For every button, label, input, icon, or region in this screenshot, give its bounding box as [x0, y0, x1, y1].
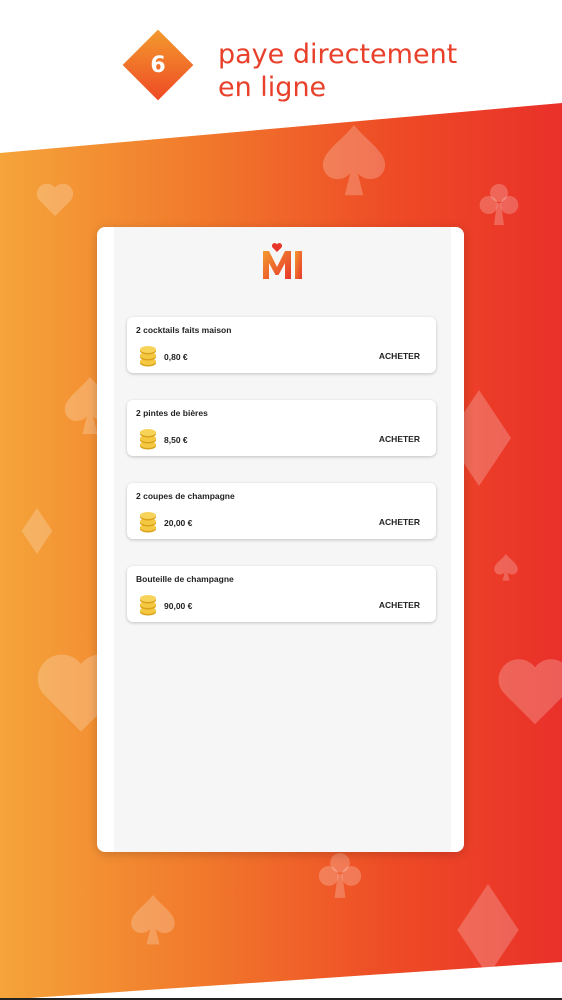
offer-price: 8,50 €	[164, 435, 188, 445]
heart-icon	[498, 659, 562, 725]
buy-button[interactable]: ACHETER	[373, 347, 426, 365]
headline-line-1: paye directement	[218, 39, 458, 70]
buy-button[interactable]: ACHETER	[373, 596, 426, 614]
club-icon	[318, 853, 362, 898]
offer-price: 90,00 €	[164, 601, 193, 611]
diamond-icon	[457, 884, 519, 976]
coin-stack-icon	[140, 512, 156, 533]
diamond-icon	[21, 508, 53, 554]
coin-stack-icon	[140, 595, 156, 616]
offer-title: 2 coupes de champagne	[136, 491, 235, 501]
headline-line-2: en ligne	[218, 72, 327, 103]
offer-card[interactable]: 2 coupes de champagne 20,00 € ACHETER	[127, 483, 436, 539]
offer-title: 2 cocktails faits maison	[136, 325, 232, 335]
coin-stack-icon	[140, 429, 156, 450]
step-number: 6	[150, 52, 166, 78]
offer-price: 0,80 €	[164, 352, 188, 362]
offer-card[interactable]: 2 cocktails faits maison 0,80 € ACHETER	[127, 317, 436, 373]
step-header: 6 paye directement en ligne	[0, 0, 562, 160]
buy-button[interactable]: ACHETER	[373, 513, 426, 531]
phone-screen-card: 2 cocktails faits maison 0,80 € ACHETER …	[97, 227, 464, 852]
step-headline: paye directement en ligne	[218, 38, 457, 104]
offer-title: Bouteille de champagne	[136, 574, 234, 584]
offer-price: 20,00 €	[164, 518, 193, 528]
spade-icon	[494, 554, 518, 581]
coin-stack-icon	[140, 346, 156, 367]
heart-icon	[36, 183, 74, 216]
buy-button[interactable]: ACHETER	[373, 430, 426, 448]
mi-logo-icon	[263, 243, 302, 279]
offer-card[interactable]: 2 pintes de bières 8,50 € ACHETER	[127, 400, 436, 456]
app-screen: 2 cocktails faits maison 0,80 € ACHETER …	[114, 227, 451, 852]
offer-title: 2 pintes de bières	[136, 408, 208, 418]
club-icon	[479, 184, 519, 225]
offer-card[interactable]: Bouteille de champagne 90,00 € ACHETER	[127, 566, 436, 622]
spade-icon	[131, 895, 175, 945]
